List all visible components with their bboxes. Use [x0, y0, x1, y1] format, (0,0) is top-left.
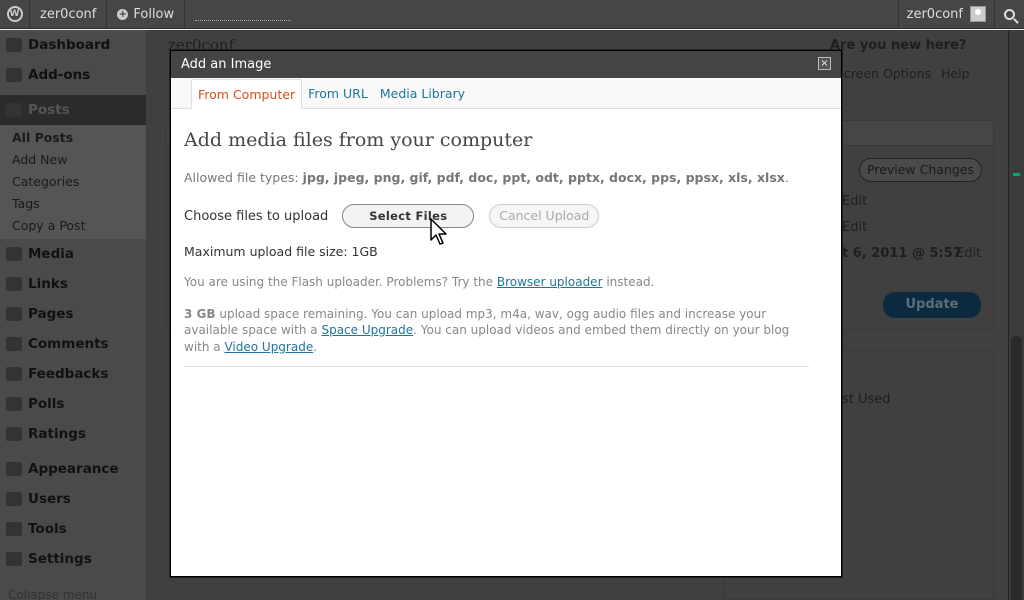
edit-visibility-link[interactable]: Edit	[842, 220, 867, 235]
new-here-link[interactable]: Are you new here?	[830, 38, 966, 53]
submenu-tags[interactable]: Tags	[0, 193, 146, 215]
links-icon	[6, 277, 22, 291]
user-menu[interactable]: zer0conf	[897, 0, 994, 29]
space-amount: 3 GB	[184, 306, 216, 321]
menu-users[interactable]: Users	[0, 484, 146, 514]
follow-button[interactable]: + Follow	[107, 0, 186, 29]
admin-bar-field[interactable]	[195, 7, 292, 21]
dialog-titlebar: Add an Image ×	[171, 51, 841, 78]
select-files-button[interactable]: Select Files	[342, 204, 475, 228]
avatar	[970, 6, 986, 22]
help-tab[interactable]: Help	[941, 66, 970, 81]
video-upgrade-link[interactable]: Video Upgrade	[224, 340, 313, 354]
tools-icon	[6, 522, 22, 536]
menu-dashboard[interactable]: Dashboard	[0, 30, 146, 60]
menu-comments[interactable]: Comments	[0, 329, 146, 359]
mouse-cursor-icon	[430, 218, 447, 245]
search-icon	[1004, 8, 1015, 20]
edit-date-link[interactable]: Edit	[956, 246, 981, 261]
menu-appearance[interactable]: Appearance	[0, 454, 146, 484]
polls-icon	[6, 397, 22, 411]
file-types-list: jpg, jpeg, png, gif, pdf, doc, ppt, odt,…	[302, 170, 785, 185]
posts-icon	[6, 103, 22, 117]
users-icon	[6, 492, 22, 506]
dialog-title: Add an Image	[181, 57, 272, 72]
screen-options-tab[interactable]: Screen Options	[836, 66, 931, 81]
menu-posts[interactable]: Posts	[0, 95, 146, 125]
follow-label: Follow	[133, 6, 175, 22]
media-icon	[6, 247, 22, 261]
menu-polls[interactable]: Polls	[0, 389, 146, 419]
menu-pages[interactable]: Pages	[0, 299, 146, 329]
page-scrollbar[interactable]	[1008, 30, 1024, 600]
divider	[184, 366, 809, 367]
allowed-file-types: Allowed file types: jpg, jpeg, png, gif,…	[184, 170, 789, 185]
plus-icon: +	[117, 8, 129, 20]
flash-uploader-note: You are using the Flash uploader. Proble…	[184, 275, 655, 289]
scroll-marker	[1013, 173, 1020, 176]
upload-row: Choose files to upload Select Files Canc…	[184, 204, 809, 228]
menu-links[interactable]: Links	[0, 269, 146, 299]
settings-icon	[6, 552, 22, 566]
close-icon[interactable]: ×	[818, 57, 831, 70]
tab-from-url[interactable]: From URL	[302, 79, 374, 108]
add-ons-icon	[6, 68, 22, 82]
most-used-tab[interactable]: ost Used	[834, 392, 891, 407]
feedbacks-icon	[6, 367, 22, 381]
admin-bar: W zer0conf + Follow zer0conf	[0, 0, 1024, 29]
pages-icon	[6, 307, 22, 321]
submenu-add-new[interactable]: Add New	[0, 149, 146, 171]
cancel-upload-button[interactable]: Cancel Upload	[489, 204, 600, 228]
browser-uploader-link[interactable]: Browser uploader	[497, 275, 603, 289]
media-tabs: From Computer From URL Media Library	[171, 78, 841, 109]
collapse-menu[interactable]: Collapse menu	[0, 588, 146, 600]
submenu-copy-a-post[interactable]: Copy a Post	[0, 215, 146, 237]
menu-tools[interactable]: Tools	[0, 514, 146, 544]
max-upload-size: Maximum upload file size: 1GB	[184, 244, 378, 259]
menu-ratings[interactable]: Ratings	[0, 419, 146, 449]
dialog-heading: Add media files from your computer	[184, 129, 533, 151]
space-upgrade-link[interactable]: Space Upgrade	[321, 323, 413, 337]
edit-status-link[interactable]: Edit	[842, 194, 867, 209]
wordpress-logo-icon[interactable]: W	[0, 0, 30, 29]
search-button[interactable]	[994, 0, 1024, 29]
appearance-icon	[6, 462, 22, 476]
tab-media-library[interactable]: Media Library	[374, 79, 471, 108]
tab-from-computer[interactable]: From Computer	[191, 79, 303, 109]
dashboard-icon	[6, 38, 22, 52]
posts-submenu: All Posts Add New Categories Tags Copy a…	[0, 125, 146, 239]
user-name: zer0conf	[906, 6, 963, 22]
site-name-link[interactable]: zer0conf	[30, 0, 108, 29]
menu-feedbacks[interactable]: Feedbacks	[0, 359, 146, 389]
ratings-icon	[6, 427, 22, 441]
menu-media[interactable]: Media	[0, 239, 146, 269]
comments-icon	[6, 337, 22, 351]
scrollbar-thumb[interactable]	[1011, 336, 1022, 600]
menu-settings[interactable]: Settings	[0, 544, 146, 574]
menu-add-ons[interactable]: Add-ons	[0, 60, 146, 90]
choose-files-label: Choose files to upload	[184, 208, 329, 224]
submenu-all-posts[interactable]: All Posts	[0, 127, 146, 149]
admin-menu: Dashboard Add-ons Posts All Posts Add Ne…	[0, 30, 146, 600]
space-remaining-note: 3 GB upload space remaining. You can upl…	[184, 306, 790, 354]
add-image-dialog: Add an Image × From Computer From URL Me…	[170, 50, 842, 577]
submenu-categories[interactable]: Categories	[0, 171, 146, 193]
update-button[interactable]: Update	[883, 292, 981, 318]
published-date: t 6, 2011 @ 5:57	[842, 246, 962, 261]
preview-changes-button[interactable]: Preview Changes	[859, 158, 982, 182]
